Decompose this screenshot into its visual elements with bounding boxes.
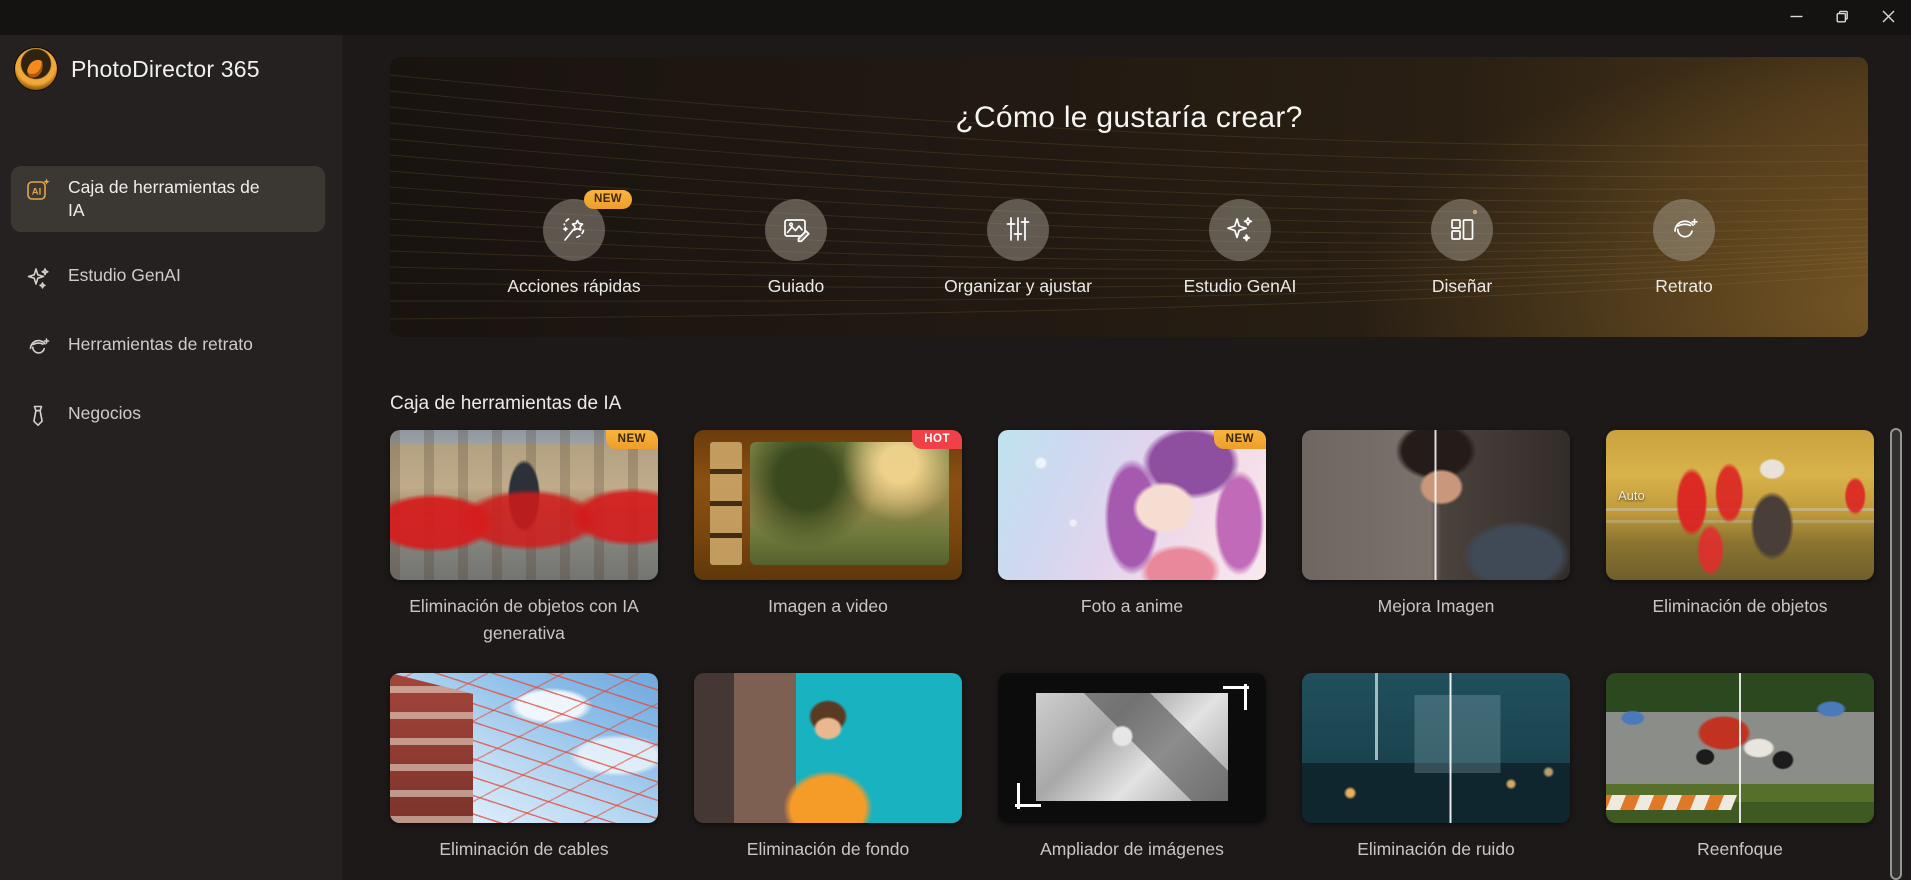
card-label: Eliminación de ruido bbox=[1357, 839, 1515, 859]
minimize-button[interactable] bbox=[1773, 0, 1819, 35]
sparkles-icon bbox=[25, 265, 51, 291]
card-label: Eliminación de objetos bbox=[1652, 596, 1828, 616]
card-thumbnail: NEW bbox=[390, 430, 658, 580]
sidebar-item-business[interactable]: Negocios bbox=[11, 392, 325, 439]
action-label: Diseñar bbox=[1431, 276, 1493, 296]
titlebar bbox=[0, 0, 1911, 35]
card-generative-object-removal[interactable]: NEW Eliminación de objetos con IA genera… bbox=[390, 430, 658, 647]
vertical-scrollbar-thumb[interactable] bbox=[1890, 428, 1902, 880]
image-edit-icon bbox=[780, 213, 812, 248]
adjust-sliders-icon bbox=[1002, 213, 1034, 248]
card-noise-removal[interactable]: Eliminación de ruido bbox=[1302, 673, 1570, 863]
guided-button[interactable] bbox=[765, 199, 827, 261]
action-label: Retrato bbox=[1655, 276, 1713, 296]
card-thumbnail bbox=[1606, 673, 1874, 823]
action-label: Guiado bbox=[767, 276, 825, 296]
restore-icon bbox=[1836, 10, 1849, 26]
minimize-icon bbox=[1790, 10, 1803, 26]
window-controls bbox=[1773, 0, 1911, 35]
card-thumbnail bbox=[1302, 430, 1570, 580]
sidebar-item-genai-studio[interactable]: Estudio GenAI bbox=[11, 254, 325, 301]
action-label: Estudio GenAI bbox=[1183, 276, 1297, 296]
card-object-removal[interactable]: Auto Eliminación de objetos bbox=[1606, 430, 1874, 647]
card-thumbnail: Auto bbox=[1606, 430, 1874, 580]
sidebar-menu: AI Caja de herramientas de IA Estudio Ge… bbox=[0, 166, 342, 439]
portrait-icon bbox=[1668, 213, 1700, 248]
genai-studio-button[interactable] bbox=[1209, 199, 1271, 261]
design-button[interactable] bbox=[1431, 199, 1493, 261]
portrait-icon bbox=[25, 334, 51, 360]
organize-adjust-button[interactable] bbox=[987, 199, 1049, 261]
sidebar-item-label: Estudio GenAI bbox=[68, 265, 181, 285]
close-button[interactable] bbox=[1865, 0, 1911, 35]
card-thumbnail: NEW bbox=[998, 430, 1266, 580]
create-banner: ¿Cómo le gustaría crear? NEW Acciones rá… bbox=[390, 57, 1868, 337]
sidebar-item-portrait-tools[interactable]: Herramientas de retrato bbox=[11, 323, 325, 370]
sidebar-item-ai-toolbox[interactable]: AI Caja de herramientas de IA bbox=[11, 166, 325, 232]
action-guided[interactable]: Guiado bbox=[764, 199, 828, 297]
card-background-removal[interactable]: Eliminación de fondo bbox=[694, 673, 962, 863]
card-label: Reenfoque bbox=[1697, 839, 1783, 859]
sidebar: PhotoDirector 365 AI Caja de herramienta… bbox=[0, 35, 342, 880]
action-organize-adjust[interactable]: Organizar y ajustar bbox=[944, 199, 1092, 297]
business-tie-icon bbox=[25, 403, 51, 429]
card-label: Eliminación de objetos con IA generativa bbox=[409, 596, 639, 643]
card-thumbnail: HOT bbox=[694, 430, 962, 580]
new-badge: NEW bbox=[1213, 430, 1266, 449]
action-genai-studio[interactable]: Estudio GenAI bbox=[1184, 199, 1296, 297]
app-brand: PhotoDirector 365 bbox=[0, 35, 342, 90]
action-quick-actions[interactable]: NEW Acciones rápidas bbox=[507, 190, 641, 297]
action-design[interactable]: Diseñar bbox=[1430, 199, 1494, 297]
card-refocus[interactable]: Reenfoque bbox=[1606, 673, 1874, 863]
close-icon bbox=[1882, 10, 1895, 26]
restore-button[interactable] bbox=[1819, 0, 1865, 35]
sidebar-item-label: Negocios bbox=[68, 403, 141, 423]
sidebar-item-label: Caja de herramientas de IA bbox=[68, 177, 260, 220]
magic-wand-icon bbox=[558, 213, 590, 248]
layout-icon bbox=[1446, 213, 1478, 248]
auto-overlay-label: Auto bbox=[1618, 488, 1645, 503]
card-thumbnail bbox=[1302, 673, 1570, 823]
card-photo-to-anime[interactable]: NEW Foto a anime bbox=[998, 430, 1266, 647]
card-label: Imagen a video bbox=[768, 596, 888, 616]
card-image-enhance[interactable]: Mejora Imagen bbox=[1302, 430, 1570, 647]
card-cable-removal[interactable]: Eliminación de cables bbox=[390, 673, 658, 863]
action-portrait[interactable]: Retrato bbox=[1652, 199, 1716, 297]
sidebar-item-label: Herramientas de retrato bbox=[68, 334, 253, 354]
banner-actions: NEW Acciones rápidas Guiado Organizar y … bbox=[390, 190, 1868, 297]
section-title: Caja de herramientas de IA bbox=[390, 393, 622, 414]
card-thumbnail bbox=[390, 673, 658, 823]
new-badge: NEW bbox=[584, 190, 633, 209]
main-area: ¿Cómo le gustaría crear? NEW Acciones rá… bbox=[342, 35, 1911, 880]
portrait-button[interactable] bbox=[1653, 199, 1715, 261]
card-label: Foto a anime bbox=[1080, 596, 1184, 616]
card-thumbnail bbox=[694, 673, 962, 823]
photodirector-logo-icon bbox=[15, 48, 57, 90]
new-badge: NEW bbox=[605, 430, 658, 449]
ai-toolbox-icon: AI bbox=[25, 177, 51, 203]
action-label: Acciones rápidas bbox=[507, 276, 641, 296]
app-name: PhotoDirector 365 bbox=[71, 55, 260, 82]
card-label: Mejora Imagen bbox=[1377, 596, 1495, 616]
card-label: Eliminación de fondo bbox=[746, 839, 910, 859]
card-thumbnail bbox=[998, 673, 1266, 823]
ai-tools-grid: NEW Eliminación de objetos con IA genera… bbox=[390, 430, 1876, 863]
card-image-to-video[interactable]: HOT Imagen a video bbox=[694, 430, 962, 647]
svg-text:AI: AI bbox=[32, 187, 42, 198]
action-label: Organizar y ajustar bbox=[944, 276, 1092, 296]
card-image-upscaler[interactable]: Ampliador de imágenes bbox=[998, 673, 1266, 863]
gen-ai-sparkles-icon bbox=[1224, 213, 1256, 248]
hot-badge: HOT bbox=[912, 430, 962, 449]
banner-heading: ¿Cómo le gustaría crear? bbox=[955, 101, 1303, 134]
card-label: Ampliador de imágenes bbox=[1040, 839, 1224, 859]
card-label: Eliminación de cables bbox=[439, 839, 609, 859]
